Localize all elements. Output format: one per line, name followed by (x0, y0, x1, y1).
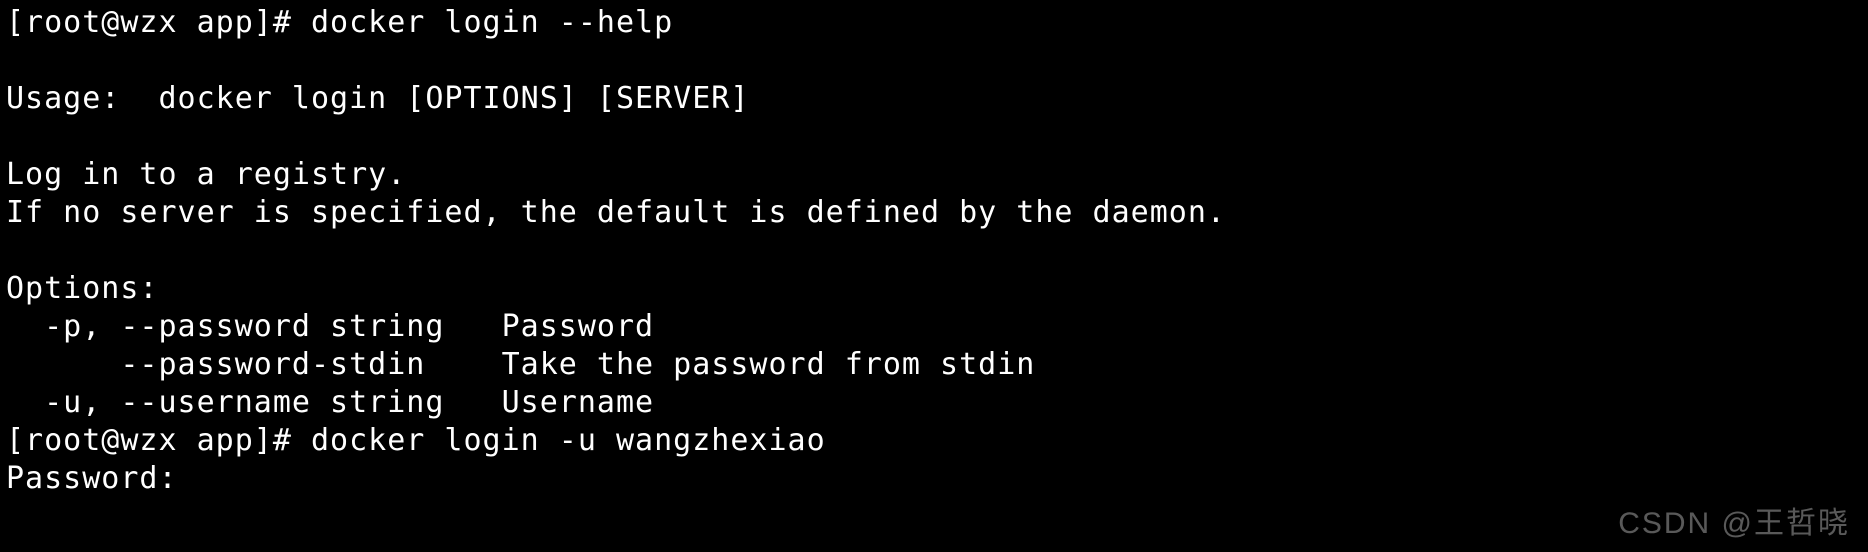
usage-line: Usage: docker login [OPTIONS] [SERVER] (6, 81, 749, 116)
shell-prompt: [root@wzx app]# (6, 423, 311, 458)
watermark-text: CSDN @王哲晓 (1618, 498, 1850, 542)
terminal-screen[interactable]: [root@wzx app]# docker login --help Usag… (0, 0, 1868, 502)
options-header: Options: (6, 271, 159, 306)
help-description-line: If no server is specified, the default i… (6, 195, 1226, 230)
option-password-stdin: --password-stdin Take the password from … (6, 347, 1035, 382)
command-text: docker login -u wangzhexiao (311, 423, 826, 458)
command-text: docker login --help (311, 5, 673, 40)
shell-prompt: [root@wzx app]# (6, 5, 311, 40)
help-description-line: Log in to a registry. (6, 157, 406, 192)
option-username: -u, --username string Username (6, 385, 654, 420)
password-prompt[interactable]: Password: (6, 461, 197, 496)
option-password: -p, --password string Password (6, 309, 654, 344)
